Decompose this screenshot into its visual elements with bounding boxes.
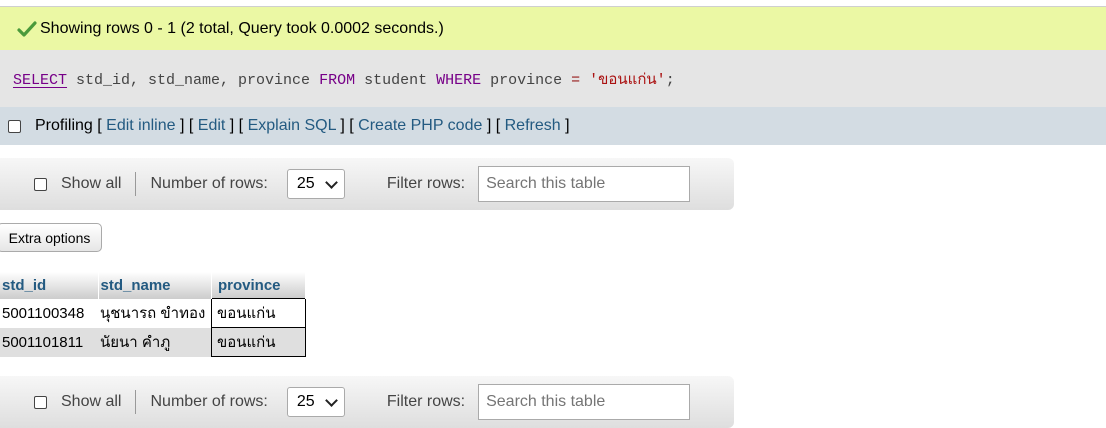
refresh-link[interactable]: Refresh	[505, 117, 561, 134]
profiling-label: Profiling [ Edit inline ] [ Edit ] [ Exp…	[35, 117, 570, 135]
table-cell[interactable]: 5001101811	[0, 327, 98, 357]
filter-rows-label: Filter rows:	[386, 393, 466, 410]
number-of-rows-select[interactable]: 25	[286, 387, 345, 417]
sql-keyword-select[interactable]: SELECT	[13, 72, 67, 89]
bracket-sep-4: ] [	[482, 117, 505, 134]
results-table: std_id std_name province 5001100348 นุชน…	[0, 272, 306, 357]
number-of-rows-value: 25	[296, 175, 315, 192]
number-of-rows-label: Number of rows:	[150, 175, 268, 192]
number-of-rows-select[interactable]: 25	[286, 169, 345, 199]
nav-separator	[135, 172, 137, 196]
nav-separator	[135, 390, 137, 414]
extra-options-button[interactable]: Extra options	[0, 223, 102, 252]
sql-field: province	[481, 71, 572, 89]
profiling-bar: Profiling [ Edit inline ] [ Edit ] [ Exp…	[0, 107, 1106, 145]
sql-space	[580, 72, 589, 89]
table-row: 5001100348 นุชนารถ ขำทอง ขอนแก่น	[0, 298, 306, 328]
sql-table: student	[355, 71, 437, 89]
column-header-province[interactable]: province	[211, 272, 306, 299]
explain-sql-link[interactable]: Explain SQL	[248, 117, 336, 134]
table-row: 5001101811 นัยนา คำภู ขอนแก่น	[0, 327, 306, 357]
table-cell[interactable]: นัยนา คำภู	[98, 327, 212, 357]
chevron-down-icon	[324, 393, 338, 407]
filter-rows-input[interactable]	[478, 166, 691, 202]
sql-operator: =	[571, 71, 581, 89]
show-all-label[interactable]: Show all	[61, 393, 121, 411]
table-cell[interactable]: นุชนารถ ขำทอง	[98, 298, 212, 328]
sql-query-box[interactable]: SELECT std_id, std_name, province FROM s…	[0, 50, 1106, 107]
sql-keyword-from: FROM	[319, 71, 356, 89]
create-php-code-link[interactable]: Create PHP code	[358, 117, 482, 134]
bracket-sep-2: ] [	[225, 117, 248, 134]
bracket-sep-1: ] [	[175, 117, 198, 134]
show-all-label[interactable]: Show all	[61, 175, 121, 193]
edit-link[interactable]: Edit	[198, 117, 226, 134]
table-cell[interactable]: ขอนแก่น	[211, 298, 306, 328]
checkmark-icon	[17, 19, 37, 39]
chevron-down-icon	[324, 175, 338, 189]
sql-query-text: SELECT std_id, std_name, province FROM s…	[13, 67, 675, 91]
show-all-checkbox[interactable]	[34, 177, 47, 191]
success-message-bar: Showing rows 0 - 1 (2 total, Query took …	[0, 7, 1106, 50]
sql-terminator: ;	[665, 71, 675, 89]
sql-keyword-where: WHERE	[436, 71, 482, 89]
filter-rows-input[interactable]	[478, 384, 691, 420]
bracket-close: ]	[560, 117, 570, 134]
profiling-text[interactable]: Profiling	[35, 117, 93, 134]
profiling-checkbox[interactable]	[8, 119, 21, 133]
bracket-open: [	[92, 117, 107, 134]
table-cell[interactable]: ขอนแก่น	[211, 327, 306, 357]
sql-columns: std_id, std_name, province	[67, 71, 320, 89]
number-of-rows-value: 25	[296, 393, 315, 410]
table-header-row: std_id std_name province	[0, 272, 306, 299]
table-cell[interactable]: 5001100348	[0, 298, 98, 328]
navigation-bar-bottom: Show all Number of rows: 25 Filter rows:	[0, 376, 734, 428]
edit-inline-link[interactable]: Edit inline	[106, 117, 175, 134]
number-of-rows-label: Number of rows:	[150, 393, 268, 410]
show-all-checkbox[interactable]	[34, 395, 47, 409]
column-header-std-name[interactable]: std_name	[98, 272, 212, 299]
sql-value: 'ขอนแก่น'	[589, 71, 666, 89]
filter-rows-label: Filter rows:	[386, 175, 466, 192]
navigation-bar-top: Show all Number of rows: 25 Filter rows:	[0, 158, 734, 210]
success-message-text: Showing rows 0 - 1 (2 total, Query took …	[40, 19, 444, 37]
column-header-std-id[interactable]: std_id	[0, 272, 99, 299]
bracket-sep-3: ] [	[335, 117, 359, 134]
